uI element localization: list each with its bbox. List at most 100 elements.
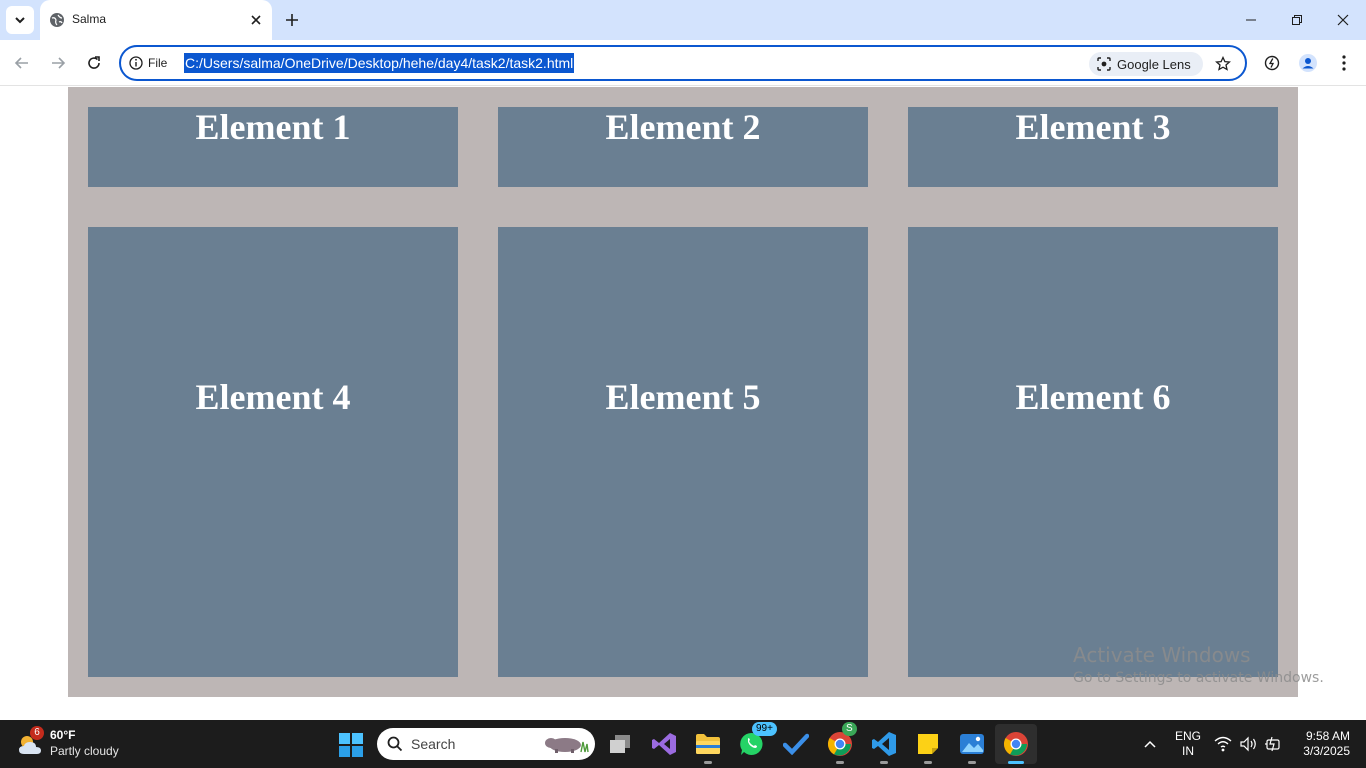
speedometer-icon	[1264, 55, 1280, 71]
tab-active[interactable]: Salma	[40, 0, 272, 40]
reload-icon	[88, 56, 100, 69]
grid-item-5: Element 5	[498, 227, 868, 677]
tab-strip: Salma	[0, 0, 1366, 40]
profile-button[interactable]	[1296, 51, 1320, 75]
performance-button[interactable]	[1260, 51, 1284, 75]
running-indicator	[704, 761, 712, 764]
bookmark-button[interactable]	[1211, 52, 1235, 76]
minimize-button[interactable]	[1228, 0, 1274, 40]
chevron-down-icon	[15, 17, 25, 24]
taskbar-todo[interactable]	[780, 728, 812, 760]
grid-item-label: Element 4	[195, 377, 351, 417]
restore-icon	[1292, 15, 1302, 25]
clock[interactable]: 9:58 AM 3/3/2025	[1296, 729, 1350, 759]
weather-widget[interactable]: 6 60°F Partly cloudy	[16, 726, 166, 762]
reload-button[interactable]	[82, 51, 106, 75]
sticky-note-icon	[918, 734, 938, 754]
activate-windows-watermark: Activate Windows Go to Settings to activ…	[1073, 643, 1324, 689]
volume-icon	[1240, 736, 1256, 752]
wifi-icon	[1214, 736, 1232, 752]
url-text[interactable]: C:/Users/salma/OneDrive/Desktop/hehe/day…	[184, 53, 575, 73]
language-line-2: IN	[1182, 744, 1194, 758]
site-info-label: File	[148, 56, 168, 70]
taskbar-whatsapp[interactable]: 99+	[736, 722, 777, 760]
google-lens-label: Google Lens	[1117, 56, 1191, 72]
grid-item-4: Element 4	[88, 227, 458, 677]
plus-icon	[286, 14, 298, 26]
clock-time: 9:58 AM	[1305, 729, 1350, 743]
grid-item-label: Element 3	[1015, 107, 1171, 147]
lens-icon	[1097, 57, 1111, 71]
new-tab-button[interactable]	[280, 8, 304, 32]
folder-icon	[696, 734, 720, 754]
search-placeholder: Search	[411, 736, 456, 752]
restore-button[interactable]	[1274, 0, 1320, 40]
taskbar-visual-studio[interactable]	[648, 728, 680, 760]
watermark-subtitle: Go to Settings to activate Windows.	[1073, 670, 1324, 686]
hippo-illustration-icon	[545, 738, 589, 753]
language-indicator[interactable]: ENG IN	[1172, 729, 1204, 759]
windows-start-icon[interactable]	[338, 732, 364, 758]
taskbar-vscode[interactable]	[868, 728, 900, 764]
taskbar-file-explorer[interactable]	[692, 728, 724, 764]
tab-close-button[interactable]	[248, 12, 264, 28]
show-hidden-icons-button[interactable]	[1140, 734, 1160, 754]
tab-search-button[interactable]	[6, 6, 34, 34]
language-line-1: ENG	[1174, 729, 1201, 743]
avatar-icon	[1299, 54, 1317, 72]
task-view-icon	[610, 735, 630, 753]
running-indicator	[924, 761, 932, 764]
grid-item-2: Element 2	[498, 107, 868, 187]
minimize-icon	[1246, 19, 1256, 21]
photos-icon	[960, 734, 984, 754]
address-bar[interactable]: File C:/Users/salma/OneDrive/Desktop/heh…	[119, 45, 1247, 81]
site-info-button[interactable]: File	[129, 53, 167, 73]
close-icon	[1337, 14, 1349, 26]
grid-item-3: Element 3	[908, 107, 1278, 187]
arrow-left-icon	[14, 57, 28, 69]
grid-item-label: Element 6	[1015, 377, 1171, 417]
running-indicator	[880, 761, 888, 764]
taskbar-search[interactable]: Search	[377, 728, 595, 760]
checkmark-icon	[783, 733, 809, 755]
close-window-button[interactable]	[1320, 0, 1366, 40]
star-icon	[1215, 56, 1231, 71]
whatsapp-badge: 99+	[752, 722, 777, 736]
taskbar-photos[interactable]	[956, 728, 988, 764]
taskbar-chrome[interactable]	[1000, 728, 1032, 764]
weather-badge: 6	[30, 726, 44, 740]
clock-date: 3/3/2025	[1303, 744, 1350, 758]
grid-item-6: Element 6	[908, 227, 1278, 677]
search-icon	[387, 736, 403, 752]
browser-toolbar: File C:/Users/salma/OneDrive/Desktop/heh…	[0, 40, 1366, 86]
taskbar-chrome-profile[interactable]: S	[824, 722, 857, 764]
visual-studio-icon	[652, 733, 676, 755]
grid-item-label: Element 1	[195, 107, 351, 147]
grid-item-1: Element 1	[88, 107, 458, 187]
google-lens-button[interactable]: Google Lens	[1089, 52, 1203, 76]
battery-charging-icon	[1265, 736, 1280, 752]
tab-title: Salma	[72, 12, 107, 26]
weather-temp: 60°F	[50, 728, 76, 742]
taskbar-sticky-notes[interactable]	[912, 728, 944, 764]
chrome-icon	[1003, 732, 1028, 756]
grid-item-label: Element 2	[605, 107, 761, 147]
taskbar-task-view[interactable]	[604, 728, 636, 760]
chrome-profile-badge: S	[842, 722, 857, 736]
kebab-menu-icon	[1342, 55, 1346, 71]
weather-desc: Partly cloudy	[50, 744, 119, 758]
menu-button[interactable]	[1332, 51, 1356, 75]
page-viewport: Element 1 Element 2 Element 3 Element 4 …	[0, 87, 1366, 720]
grid-container: Element 1 Element 2 Element 3 Element 4 …	[68, 87, 1298, 697]
active-indicator	[1008, 761, 1024, 764]
back-button[interactable]	[10, 51, 34, 75]
info-icon	[129, 56, 143, 70]
system-tray[interactable]	[1214, 734, 1284, 754]
running-indicator	[968, 761, 976, 764]
close-icon	[251, 15, 261, 25]
chevron-up-icon	[1144, 740, 1156, 748]
watermark-title: Activate Windows	[1073, 643, 1251, 667]
forward-button[interactable]	[46, 51, 70, 75]
arrow-right-icon	[52, 57, 66, 69]
taskbar: 6 60°F Partly cloudy Search 99+ S ENG IN…	[0, 720, 1366, 768]
